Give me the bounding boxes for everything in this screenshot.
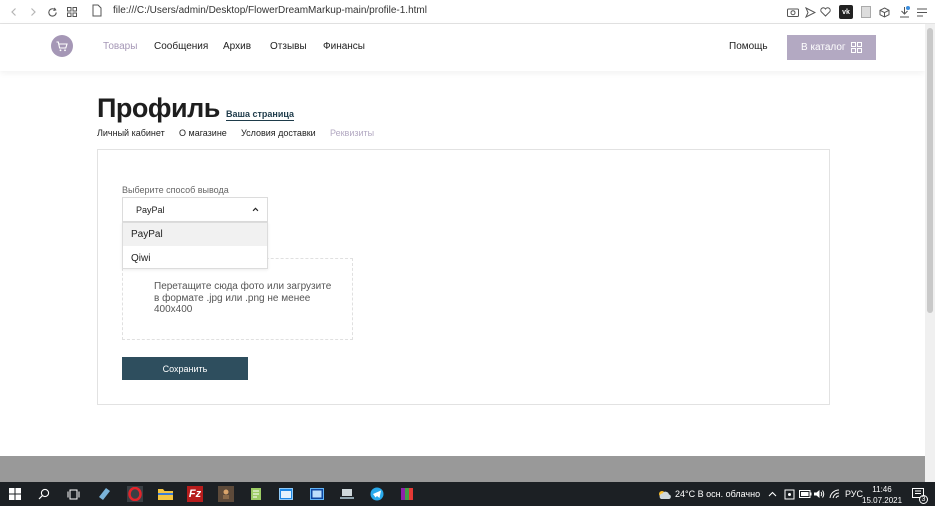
network-app-icon[interactable] — [339, 486, 355, 502]
selected-method: PayPal — [136, 204, 165, 215]
option-qiwi[interactable]: Qiwi — [123, 247, 267, 270]
site-footer — [0, 456, 925, 482]
withdraw-method-dropdown: PayPal Qiwi — [122, 222, 268, 269]
chevron-up-tray-icon[interactable] — [764, 486, 780, 502]
tab-delivery-terms[interactable]: Условия доставки — [241, 128, 316, 138]
file-icon — [92, 4, 104, 19]
filezilla-app-icon[interactable]: Fz — [187, 486, 203, 502]
nav-link-reviews[interactable]: Отзывы — [270, 41, 307, 52]
browser-toolbar: file:///C:/Users/admin/Desktop/FlowerDre… — [0, 0, 935, 24]
back-icon[interactable] — [6, 4, 22, 20]
clock-time: 11:46 — [872, 485, 892, 494]
notifications-icon[interactable]: 3 — [910, 486, 928, 504]
upload-instructions: Перетащите сюда фото или загрузите в фор… — [154, 281, 332, 315]
notepadpp-app-icon[interactable] — [248, 486, 264, 502]
volume-icon[interactable] — [811, 486, 827, 502]
menu-icon[interactable] — [915, 5, 929, 19]
clock[interactable]: 11:46 15.07.2021 — [862, 484, 902, 506]
vk-icon[interactable]: vk — [839, 5, 853, 19]
page-title: Профиль — [97, 93, 220, 123]
notepad-app-icon[interactable] — [96, 486, 112, 502]
nav-link-archive[interactable]: Архив — [223, 41, 251, 52]
weather-cloud-icon[interactable] — [656, 486, 672, 502]
forward-icon[interactable] — [25, 4, 41, 20]
game-app-icon[interactable] — [218, 486, 234, 502]
heart-icon[interactable] — [818, 5, 832, 19]
chevron-up-icon — [252, 207, 259, 212]
help-link[interactable]: Помощь — [729, 41, 768, 52]
task-view-icon[interactable] — [65, 486, 81, 502]
scrollbar-thumb[interactable] — [927, 28, 933, 313]
your-page-link[interactable]: Ваша страница — [226, 109, 295, 121]
save-button[interactable]: Сохранить — [122, 357, 248, 380]
search-icon[interactable] — [36, 486, 52, 502]
telegram-app-icon[interactable] — [369, 486, 385, 502]
grid-icon — [851, 42, 862, 53]
send-icon[interactable] — [803, 5, 817, 19]
address-bar[interactable]: file:///C:/Users/admin/Desktop/FlowerDre… — [113, 5, 427, 16]
opera-app-icon[interactable] — [127, 486, 143, 502]
reload-icon[interactable] — [44, 4, 60, 20]
catalog-button[interactable]: В каталог — [787, 35, 876, 60]
download-icon[interactable] — [897, 5, 911, 19]
wifi-icon[interactable] — [826, 486, 842, 502]
nav-link-messages[interactable]: Сообщения — [154, 41, 208, 52]
windows-start-icon[interactable] — [7, 486, 23, 502]
tab-requisites[interactable]: Реквизиты — [330, 128, 374, 138]
extension-icon[interactable] — [859, 5, 873, 19]
tray-app-icon[interactable] — [781, 486, 797, 502]
tabs-grid-icon[interactable] — [64, 4, 80, 20]
cart-icon[interactable] — [51, 35, 73, 57]
windows-taskbar: Fz 24°C В осн. облачно РУС 11:46 15.07.2… — [0, 482, 935, 506]
withdraw-method-select[interactable]: PayPal — [122, 197, 268, 222]
nav-link-products[interactable]: Товары — [103, 41, 137, 52]
file-explorer-icon[interactable] — [157, 486, 173, 502]
site-header: Товары Сообщения Архив Отзывы Финансы По… — [0, 24, 925, 71]
notifications-count: 3 — [919, 495, 928, 504]
camera-icon[interactable] — [786, 5, 800, 19]
clock-date: 15.07.2021 — [862, 496, 903, 505]
weather-text[interactable]: 24°C В осн. облачно — [675, 489, 760, 499]
catalog-button-label: В каталог — [801, 42, 846, 53]
withdraw-method-label: Выберите способ вывода — [122, 185, 229, 195]
cube-icon[interactable] — [877, 5, 891, 19]
tab-about-store[interactable]: О магазине — [179, 128, 227, 138]
window-app-icon[interactable] — [278, 486, 294, 502]
language-indicator[interactable]: РУС — [845, 489, 863, 499]
remote-app-icon[interactable] — [309, 486, 325, 502]
winrar-app-icon[interactable] — [399, 486, 415, 502]
option-paypal[interactable]: PayPal — [123, 223, 267, 246]
nav-link-finances[interactable]: Финансы — [323, 41, 365, 52]
tab-personal-account[interactable]: Личный кабинет — [97, 128, 165, 138]
